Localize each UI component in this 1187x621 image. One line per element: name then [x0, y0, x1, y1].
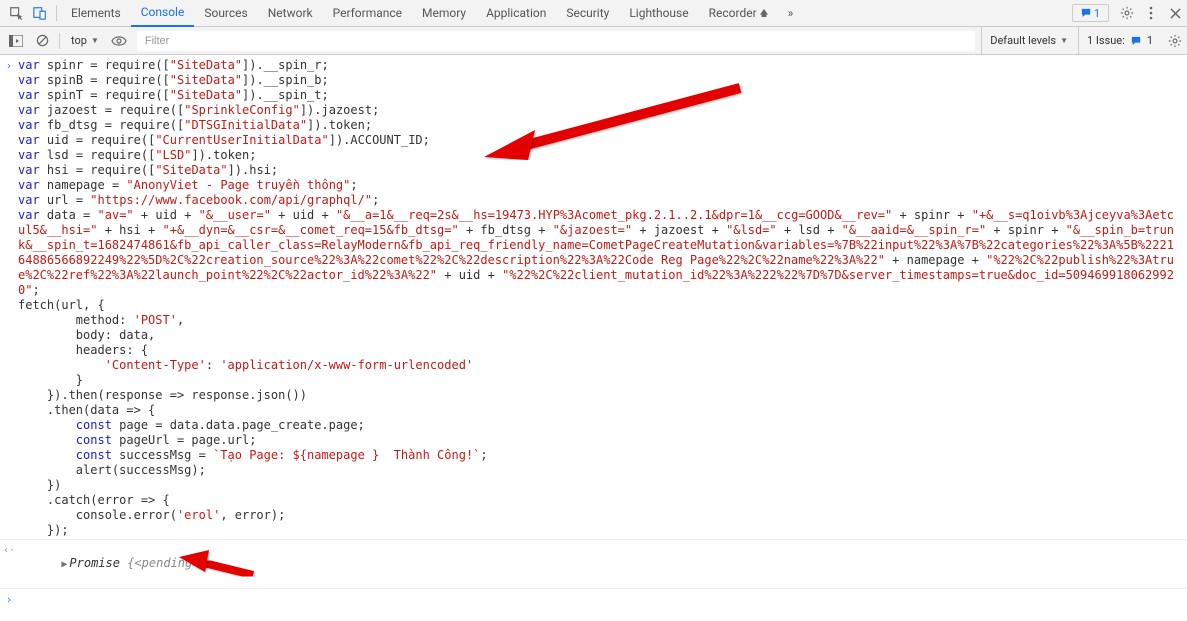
device-toggle-icon[interactable] — [28, 1, 52, 25]
expand-triangle-icon[interactable]: ▶ — [61, 559, 67, 570]
console-code[interactable]: var spinr = require(["SiteData"]).__spin… — [18, 58, 1187, 538]
clear-console-icon[interactable] — [30, 29, 54, 53]
tab-performance[interactable]: Performance — [323, 0, 412, 27]
chevron-down-icon: ▼ — [91, 36, 99, 45]
messages-count: 1 — [1094, 7, 1100, 20]
inspect-icon[interactable] — [4, 1, 28, 25]
console-result-row: ‹· ▶Promise {<pending>} — [0, 539, 1187, 588]
prompt-chevron-icon: › — [0, 591, 18, 607]
tab-sources[interactable]: Sources — [194, 0, 257, 27]
kebab-icon[interactable] — [1139, 1, 1163, 25]
tab-security[interactable]: Security — [556, 0, 619, 27]
close-icon[interactable] — [1163, 1, 1187, 25]
separator — [56, 5, 57, 21]
console-gear-icon[interactable] — [1163, 29, 1187, 53]
console-filter-bar: top ▼ Default levels ▼ 1 Issue: 1 — [0, 27, 1187, 55]
tab-network[interactable]: Network — [258, 0, 323, 27]
chevron-down-icon: ▼ — [1060, 36, 1068, 45]
output-chevron-icon: ‹· — [0, 541, 18, 558]
context-select[interactable]: top ▼ — [65, 31, 105, 51]
console-output: › var spinr = require(["SiteData"]).__sp… — [0, 55, 1187, 609]
log-levels-select[interactable]: Default levels ▼ — [981, 27, 1076, 54]
eye-icon[interactable] — [107, 29, 131, 53]
messages-badge[interactable]: 1 — [1072, 4, 1109, 22]
tab-elements[interactable]: Elements — [61, 0, 131, 27]
tab-lighthouse[interactable]: Lighthouse — [619, 0, 698, 27]
tab-console[interactable]: Console — [131, 0, 195, 27]
tab-memory[interactable]: Memory — [412, 0, 476, 27]
separator — [59, 33, 60, 49]
console-prompt-row[interactable]: › — [0, 588, 1187, 609]
tab-application[interactable]: Application — [476, 0, 556, 27]
devtools-tab-bar: Elements Console Sources Network Perform… — [0, 0, 1187, 27]
sidebar-toggle-icon[interactable] — [4, 29, 28, 53]
input-chevron-icon: › — [0, 58, 18, 74]
console-result[interactable]: ▶Promise {<pending>} — [18, 541, 1187, 587]
issues-button[interactable]: 1 Issue: 1 — [1078, 27, 1161, 54]
more-tabs[interactable]: » — [778, 0, 804, 27]
console-input-row: › var spinr = require(["SiteData"]).__sp… — [0, 57, 1187, 539]
filter-input[interactable] — [137, 31, 975, 51]
gear-icon[interactable] — [1115, 1, 1139, 25]
tab-recorder[interactable]: Recorder — [699, 0, 778, 27]
